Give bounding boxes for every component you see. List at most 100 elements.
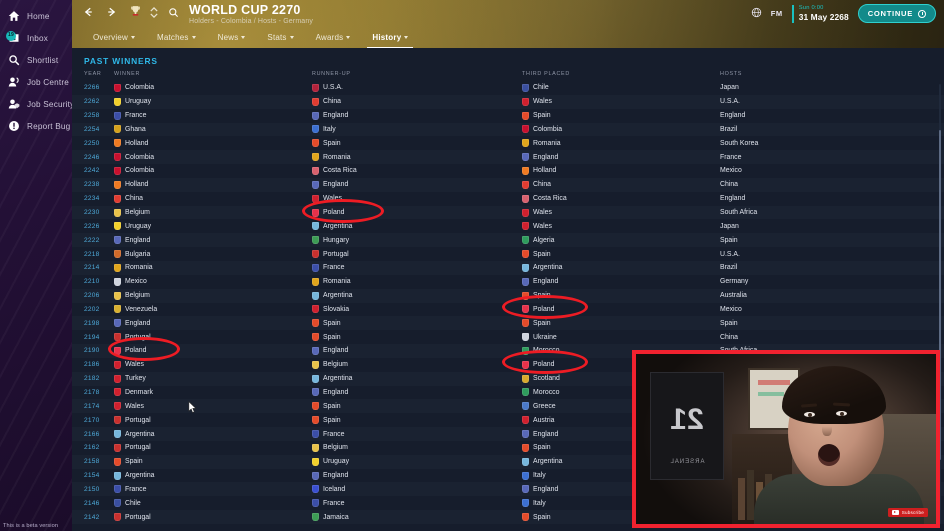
table-row[interactable]: 2202 Venezuela Slovakia Poland Mexico	[72, 303, 944, 317]
team-flag-icon	[312, 180, 319, 189]
cell-runner-up: Jamaica	[312, 510, 349, 524]
sidebar-item-shortlist[interactable]: Shortlist	[0, 49, 72, 71]
team-flag-icon	[522, 402, 529, 411]
table-row[interactable]: 2258 France England Spain England	[72, 109, 944, 123]
up-down-chevron-icon[interactable]	[150, 3, 158, 21]
banner-left-group: WORLD CUP 2270 Holders - Colombia / Host…	[80, 3, 313, 25]
table-row[interactable]: 2222 England Hungary Algeria Spain	[72, 233, 944, 248]
cell-winner: Uruguay	[114, 95, 151, 109]
subscribe-label: Subscribe	[901, 510, 924, 515]
cell-runner-up: Italy	[312, 123, 336, 137]
table-row[interactable]: 2242 Colombia Costa Rica Holland Mexico	[72, 164, 944, 178]
col-header-year: YEAR	[84, 71, 102, 77]
table-row[interactable]: 2250 Holland Spain Romania South Korea	[72, 136, 944, 150]
team-flag-icon	[312, 333, 319, 342]
team-flag-icon	[522, 443, 529, 452]
tab-stats[interactable]: Stats	[256, 26, 304, 48]
team-flag-icon	[522, 277, 529, 286]
team-flag-icon	[312, 166, 319, 175]
table-row[interactable]: 2226 Uruguay Argentina Wales Japan	[72, 219, 944, 233]
globe-icon[interactable]	[751, 5, 762, 23]
table-row[interactable]: 2206 Belgium Argentina Spain Australia	[72, 288, 944, 303]
back-arrow-icon[interactable]	[80, 3, 96, 21]
tab-awards[interactable]: Awards	[305, 26, 362, 48]
table-row[interactable]: 2230 Belgium Poland Wales South Africa	[72, 205, 944, 220]
sidebar-item-job-security[interactable]: Job Security	[0, 93, 72, 115]
continue-button[interactable]: CONTINUE	[857, 4, 936, 23]
tab-matches[interactable]: Matches	[146, 26, 207, 48]
runner-up-name: Slovakia	[323, 305, 350, 313]
team-flag-icon	[114, 111, 121, 120]
table-row[interactable]: 2214 Romania France Argentina Brazil	[72, 260, 944, 275]
sidebar-item-report-bug[interactable]: Report Bug	[0, 115, 72, 137]
winner-name: Romania	[125, 264, 153, 272]
cell-runner-up: Spain	[312, 136, 341, 150]
cell-runner-up: Uruguay	[312, 455, 349, 469]
cell-third-placed: England	[522, 275, 558, 289]
cell-third-placed: Morocco	[522, 386, 559, 400]
team-flag-icon	[114, 360, 121, 369]
tab-news[interactable]: News	[207, 26, 257, 48]
person-mouth	[818, 444, 840, 466]
runner-up-name: Spain	[323, 333, 341, 341]
forward-arrow-icon[interactable]	[104, 3, 120, 21]
sidebar-item-home[interactable]: Home	[0, 5, 72, 27]
table-row[interactable]: 2194 Portugal Spain Ukraine China	[72, 330, 944, 344]
page-subtitle: Holders - Colombia / Hosts - Germany	[189, 18, 314, 25]
team-flag-icon	[114, 388, 121, 397]
team-flag-icon	[114, 222, 121, 231]
table-row[interactable]: 2198 England Spain Spain Spain	[72, 316, 944, 331]
table-row[interactable]: 2218 Bulgaria Portugal Spain U.S.A.	[72, 247, 944, 261]
third-placed-name: Costa Rica	[533, 195, 567, 203]
cell-host: Australia	[720, 292, 747, 300]
cell-third-placed: England	[522, 150, 558, 164]
table-row[interactable]: 2210 Mexico Romania England Germany	[72, 275, 944, 289]
clock-icon	[918, 9, 926, 18]
col-header-winner: WINNER	[114, 71, 141, 77]
cell-runner-up: Belgium	[312, 441, 348, 455]
team-flag-icon	[114, 485, 121, 494]
cell-host: France	[720, 153, 742, 161]
table-row[interactable]: 2238 Holland England China China	[72, 177, 944, 192]
sidebar-item-inbox[interactable]: 19 Inbox	[0, 27, 72, 49]
team-flag-icon	[522, 153, 529, 162]
table-row[interactable]: 2234 China Wales Costa Rica England	[72, 192, 944, 206]
runner-up-name: Romania	[323, 153, 351, 161]
inbox-badge: 19	[6, 30, 16, 41]
team-flag-icon	[312, 83, 319, 92]
trophy-icon[interactable]	[128, 3, 142, 21]
runner-up-name: Italy	[323, 125, 336, 133]
cell-year: 2214	[84, 264, 100, 272]
team-flag-icon	[522, 360, 529, 369]
runner-up-name: Argentina	[323, 375, 353, 383]
table-row[interactable]: 2246 Colombia Romania England France	[72, 150, 944, 165]
table-row[interactable]: 2266 Colombia U.S.A. Chile Japan	[72, 81, 944, 95]
cell-winner: France	[114, 482, 146, 496]
tab-history[interactable]: History	[361, 26, 419, 48]
third-placed-name: Wales	[533, 209, 552, 217]
cell-runner-up: France	[312, 496, 344, 510]
team-flag-icon	[522, 250, 529, 259]
cell-host: China	[720, 181, 739, 189]
cell-winner: Wales	[114, 399, 144, 413]
cell-third-placed: Greece	[522, 399, 556, 413]
team-flag-icon	[114, 374, 121, 383]
person-left-eye	[804, 412, 815, 417]
runner-up-name: England	[323, 472, 349, 480]
winner-name: Holland	[125, 139, 149, 147]
third-placed-name: Poland	[533, 305, 555, 313]
search-icon[interactable]	[166, 3, 180, 21]
subscribe-button[interactable]: Subscribe	[887, 508, 928, 517]
job-centre-icon	[7, 76, 20, 89]
col-header-third-placed: THIRD PLACED	[522, 71, 570, 77]
team-flag-icon	[114, 125, 121, 134]
fm-logo: FM	[770, 9, 783, 18]
col-header-hosts: HOSTS	[720, 71, 743, 77]
tab-overview[interactable]: Overview	[82, 26, 146, 48]
winner-name: Poland	[125, 347, 147, 355]
table-row[interactable]: 2262 Uruguay China Wales U.S.A.	[72, 94, 944, 109]
third-placed-name: Algeria	[533, 236, 555, 244]
table-row[interactable]: 2254 Ghana Italy Colombia Brazil	[72, 122, 944, 137]
team-flag-icon	[312, 97, 319, 106]
sidebar-item-job-centre[interactable]: Job Centre	[0, 71, 72, 93]
